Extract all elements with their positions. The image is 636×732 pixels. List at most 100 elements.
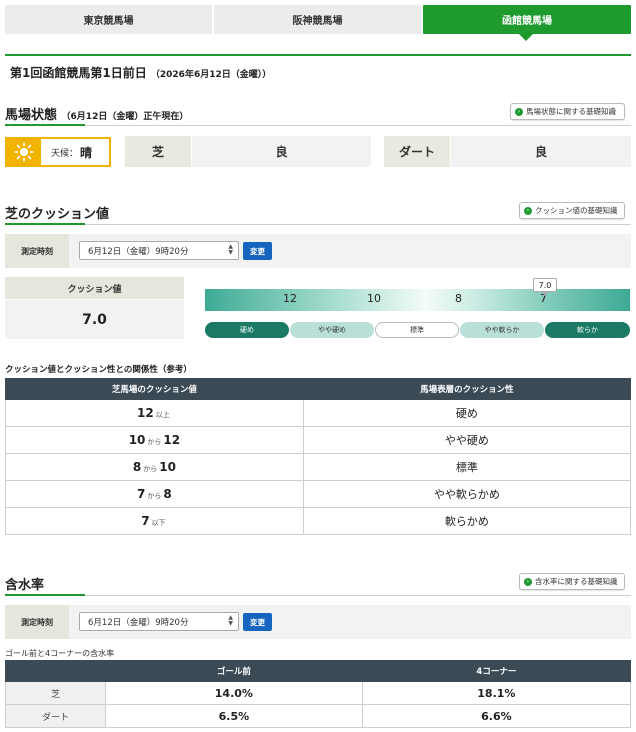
section-divider [5, 224, 631, 225]
relation-conj: 以下 [151, 519, 166, 527]
cushion-time-select[interactable]: 6月12日（金曜）9時20分 ▲ ▼ [79, 241, 239, 260]
active-tab-arrow [519, 34, 533, 41]
relation-value-a: 8 [132, 460, 142, 474]
relation-value-a: 10 [128, 433, 146, 447]
table-row: 芝 14.0% 18.1% [5, 681, 632, 705]
moisture-title: 含水率 [5, 578, 45, 593]
weather-box: 天候： 晴 [5, 137, 111, 167]
track-condition-as-of: （6月12日（金曜）正午現在） [61, 112, 189, 122]
arrow-right-icon: › [515, 107, 523, 116]
relation-value-cell: 10 から 12 [5, 426, 304, 454]
track-condition-title: 馬場状態 （6月12日（金曜）正午現在） [5, 104, 188, 123]
relation-value-b: 10 [159, 460, 176, 474]
weather-value: 晴 [80, 145, 93, 160]
select-arrows-icon: ▲ ▼ [228, 243, 233, 256]
relation-result-cell: やや軟らかめ [302, 480, 632, 508]
relation-header-cushion: 馬場表層のクッション性 [302, 378, 632, 400]
section-divider [5, 125, 631, 126]
relation-result-cell: 標準 [302, 453, 632, 481]
moisture-measure-label: 測定時刻 [5, 605, 69, 639]
page-title-date: （2026年6月12日（金曜）） [150, 70, 272, 80]
arrow-right-icon: › [524, 206, 532, 215]
table-row: 12 以上 硬め [5, 399, 632, 427]
moisture-note: ゴール前と4コーナーの含水率 [5, 649, 115, 658]
table-row: ダート 6.5% 6.6% [5, 704, 632, 728]
cushion-value: 7.0 [5, 300, 184, 339]
cushion-scale-bar [205, 289, 630, 311]
relation-title: クッション値とクッション性との関係性（参考） [5, 365, 192, 375]
category-slightly-soft: やや軟らか [460, 322, 544, 338]
turf-label: 芝 [125, 136, 191, 167]
category-soft: 軟らか [545, 322, 630, 338]
relation-result-cell: 軟らかめ [302, 507, 632, 535]
moisture-time-select[interactable]: 6月12日（金曜）9時20分 ▲ ▼ [79, 612, 239, 631]
dirt-label: ダート [384, 136, 450, 167]
arrow-right-icon: › [524, 577, 532, 586]
tab-underline [5, 54, 631, 56]
relation-value-a: 7 [137, 487, 146, 501]
cushion-marker: 7.0 [533, 278, 557, 292]
relation-value-a: 7 [141, 514, 150, 528]
tab-tokyo[interactable]: 東京競馬場 [5, 5, 212, 34]
relation-value-cell: 7 から 8 [5, 480, 304, 508]
relation-header-value: 芝馬場のクッション値 [5, 378, 304, 400]
scale-number-12: 12 [283, 292, 297, 305]
cushion-info-label: クッション値の基礎知識 [535, 206, 618, 215]
relation-value-cell: 7 以下 [5, 507, 304, 535]
moisture-time-select-value: 6月12日（金曜）9時20分 [88, 617, 189, 628]
relation-value-cell: 12 以上 [5, 399, 304, 427]
table-row: 7 以下 軟らかめ [5, 507, 632, 535]
tab-hanshin[interactable]: 阪神競馬場 [214, 5, 421, 34]
moisture-goal-value: 6.5% [105, 704, 363, 728]
tab-hakodate[interactable]: 函館競馬場 [423, 5, 631, 34]
moisture-corner-value: 18.1% [361, 681, 632, 705]
relation-result-cell: 硬め [302, 399, 632, 427]
cushion-time-select-value: 6月12日（金曜）9時20分 [88, 246, 189, 257]
weather-label: 天候： [51, 148, 79, 159]
track-condition-info-label: 馬場状態に関する基礎知識 [526, 107, 616, 116]
track-condition-info-button[interactable]: › 馬場状態に関する基礎知識 [510, 103, 625, 120]
relation-value-a: 12 [137, 406, 154, 420]
section-divider [5, 595, 631, 596]
relation-value-cell: 8 から 10 [5, 453, 304, 481]
cushion-change-button[interactable]: 変更 [243, 242, 272, 260]
relation-table: 芝馬場のクッション値 馬場表層のクッション性 12 以上 硬め 10 から 12 やや… [5, 378, 632, 535]
moisture-corner-value: 6.6% [361, 704, 632, 728]
cushion-marker-pointer [542, 292, 548, 296]
select-arrows-icon: ▲ ▼ [228, 614, 233, 627]
sun-icon [7, 139, 41, 165]
cushion-title: 芝のクッション値 [5, 207, 110, 222]
scale-number-8: 8 [455, 292, 462, 305]
relation-value-b: 8 [163, 487, 172, 501]
section-divider-accent [5, 594, 85, 596]
page-title: 第1回函館競馬第1日前日 （2026年6月12日（金曜）） [10, 64, 271, 81]
cushion-measure-label: 測定時刻 [5, 234, 69, 268]
relation-conj: から [143, 465, 158, 473]
category-slightly-hard: やや硬め [290, 322, 374, 338]
table-row: 10 から 12 やや硬め [5, 426, 632, 454]
relation-value-b: 12 [163, 433, 181, 447]
relation-result-cell: やや硬め [302, 426, 632, 454]
moisture-info-button[interactable]: › 含水率に関する基礎知識 [519, 573, 625, 590]
cushion-info-button[interactable]: › クッション値の基礎知識 [519, 202, 625, 219]
table-row: 7 から 8 やや軟らかめ [5, 480, 632, 508]
track-condition-title-text: 馬場状態 [5, 108, 58, 123]
moisture-row-label: 芝 [5, 681, 106, 705]
section-divider-accent [5, 223, 85, 225]
relation-conj: から [147, 438, 162, 446]
scale-number-10: 10 [367, 292, 381, 305]
table-row: 8 から 10 標準 [5, 453, 632, 481]
category-hard: 硬め [205, 322, 289, 338]
page-title-text: 第1回函館競馬第1日前日 [10, 66, 147, 80]
moisture-change-button[interactable]: 変更 [243, 613, 272, 631]
moisture-header-corner: 4コーナー [361, 660, 632, 682]
moisture-header-goal: ゴール前 [105, 660, 363, 682]
section-divider-accent [5, 124, 85, 126]
category-standard: 標準 [375, 322, 459, 338]
moisture-info-label: 含水率に関する基礎知識 [535, 577, 618, 586]
dirt-condition-value: 良 [451, 136, 631, 167]
turf-condition-value: 良 [192, 136, 371, 167]
moisture-table: ゴール前 4コーナー 芝 14.0% 18.1% ダート 6.5% 6.6% [5, 660, 632, 728]
moisture-goal-value: 14.0% [105, 681, 363, 705]
relation-conj: 以上 [155, 411, 170, 419]
